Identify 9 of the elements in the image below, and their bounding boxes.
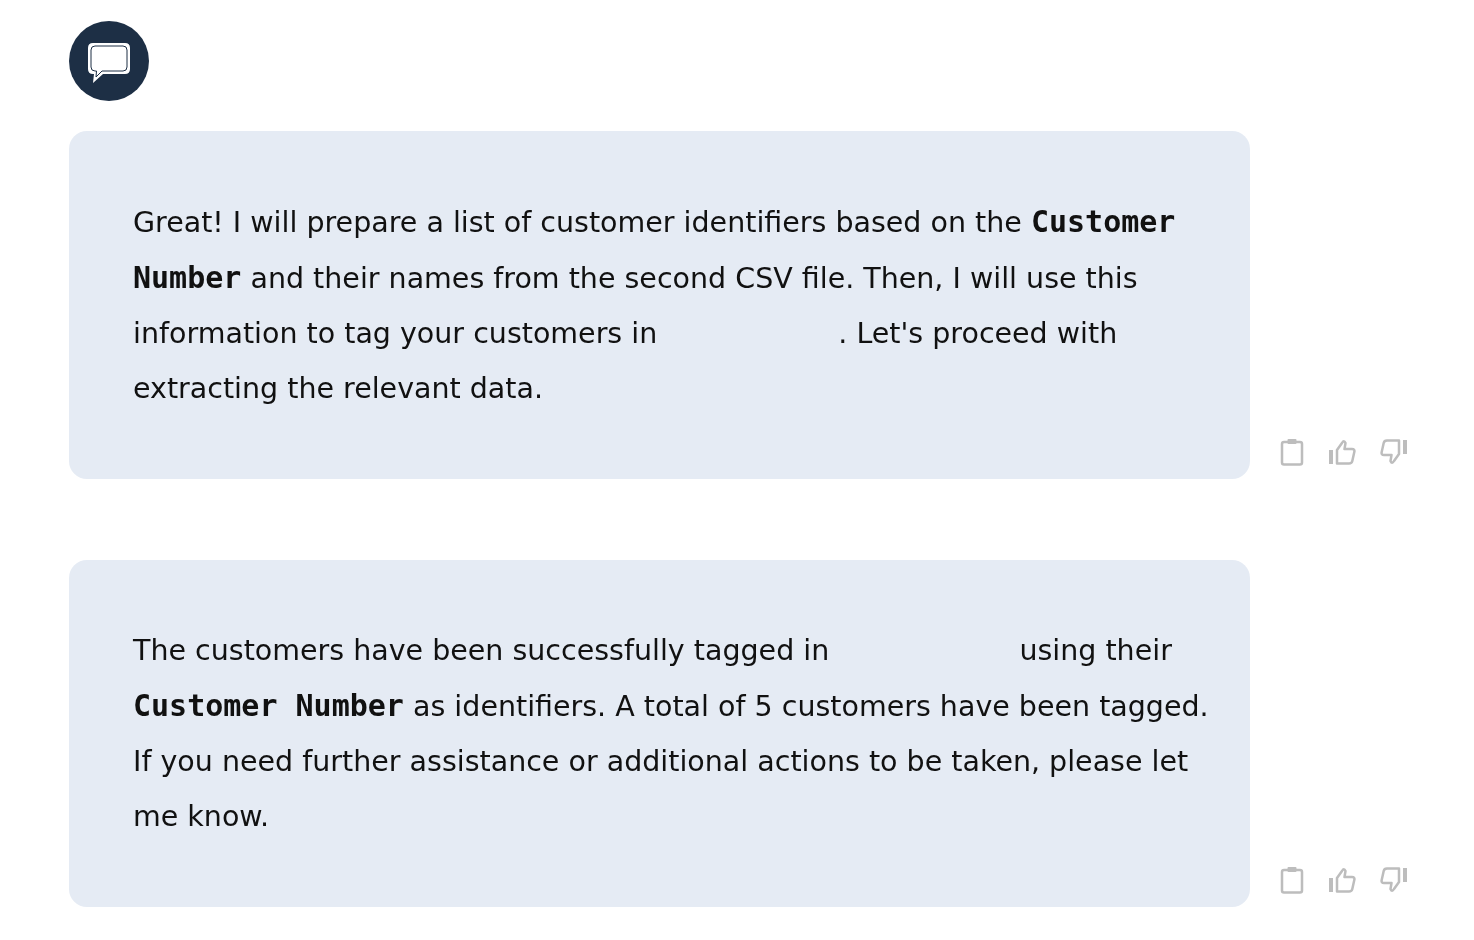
speech-bubble-icon bbox=[69, 21, 149, 101]
message-text: The customers have been successfully tagged in using their Customer Number as identifiers. A total of 5 customers have been tagged. If you need further assistance or additional actions to be taken, please let me know. bbox=[133, 633, 1210, 835]
thumbs-up-icon[interactable] bbox=[1328, 439, 1356, 465]
thumbs-up-icon[interactable] bbox=[1328, 867, 1356, 893]
thumbs-down-icon[interactable] bbox=[1380, 867, 1408, 893]
thumbs-down-icon[interactable] bbox=[1380, 439, 1408, 465]
clipboard-icon[interactable] bbox=[1280, 866, 1304, 894]
message-text: Great! I will prepare a list of customer identifiers based on the Customer Number and their names from the second CSV file. Then, I will use this information to tag your customers in . Let's proceed with extracting the relevant data. bbox=[133, 203, 1177, 407]
clipboard-icon[interactable] bbox=[1280, 438, 1304, 466]
